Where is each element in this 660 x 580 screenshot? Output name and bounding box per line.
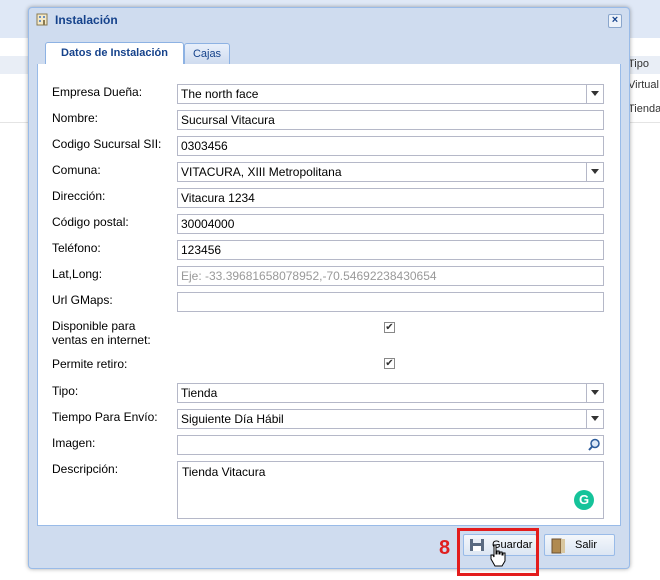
step-number: 8 <box>439 537 451 559</box>
codigo-postal-field[interactable]: 30004000 <box>177 214 604 234</box>
form-body: Empresa Dueña: The north face Nombre: Su… <box>37 64 621 526</box>
close-icon[interactable]: × <box>608 14 622 28</box>
telefono-label: Teléfono: <box>52 241 101 255</box>
chevron-down-icon[interactable] <box>586 163 603 181</box>
permite-retiro-label: Permite retiro: <box>52 357 128 371</box>
imagen-label: Imagen: <box>52 436 96 450</box>
building-icon <box>36 13 48 26</box>
codigo-sii-label: Codigo Sucursal SII: <box>52 137 162 151</box>
window-titlebar[interactable]: Instalación × <box>29 8 629 32</box>
chevron-down-icon[interactable] <box>586 384 603 402</box>
direccion-label: Dirección: <box>52 189 106 203</box>
tipo-value: Tienda <box>181 386 218 400</box>
tab-strip: Datos de Instalación Cajas <box>37 40 621 65</box>
background-cell: Virtual <box>628 79 659 91</box>
empresa-label: Empresa Dueña: <box>52 85 143 99</box>
background-cell: Tienda <box>628 103 660 115</box>
telefono-field[interactable]: 123456 <box>177 240 604 260</box>
tiempo-envio-combo[interactable]: Siguiente Día Hábil <box>177 409 604 429</box>
tipo-label: Tipo: <box>52 384 79 398</box>
disponible-label-line1: Disponible para <box>52 319 136 333</box>
nombre-field[interactable]: Sucursal Vitacura <box>177 110 604 130</box>
descripcion-label: Descripción: <box>52 462 119 476</box>
comuna-combo[interactable]: VITACURA, XIII Metropolitana <box>177 162 604 182</box>
imagen-field[interactable] <box>177 435 604 455</box>
url-gmaps-label: Url GMaps: <box>52 293 113 307</box>
comuna-label: Comuna: <box>52 163 101 177</box>
empresa-combo[interactable]: The north face <box>177 84 604 104</box>
search-icon[interactable] <box>586 436 603 454</box>
instalacion-window: Instalación × Datos de Instalación Cajas… <box>28 7 630 569</box>
descripcion-textarea[interactable]: Tienda Vitacura G <box>177 461 604 519</box>
direccion-field[interactable]: Vitacura 1234 <box>177 188 604 208</box>
chevron-down-icon[interactable] <box>586 410 603 428</box>
comuna-value: VITACURA, XIII Metropolitana <box>181 165 342 179</box>
tiempo-envio-value: Siguiente Día Hábil <box>181 412 284 426</box>
latlong-field[interactable]: Eje: -33.39681658078952,-70.546922384306… <box>177 266 604 286</box>
tab-panel: Datos de Instalación Cajas Empresa Dueña… <box>37 40 621 526</box>
salir-button[interactable]: Salir <box>544 534 615 556</box>
exit-door-icon <box>551 538 565 554</box>
disponible-label-line2: ventas en internet: <box>52 333 151 347</box>
url-gmaps-field[interactable] <box>177 292 604 312</box>
latlong-label: Lat,Long: <box>52 267 103 281</box>
codigo-postal-label: Código postal: <box>52 215 129 229</box>
background-column-header: Tipo <box>628 58 649 70</box>
hand-cursor-icon <box>490 544 506 567</box>
chevron-down-icon[interactable] <box>586 85 603 103</box>
descripcion-value: Tienda Vitacura <box>182 465 266 479</box>
empresa-value: The north face <box>181 87 259 101</box>
tab-cajas[interactable]: Cajas <box>184 43 230 64</box>
codigo-sii-field[interactable]: 0303456 <box>177 136 604 156</box>
disponible-checkbox[interactable]: ✔ <box>384 322 395 333</box>
tipo-combo[interactable]: Tienda <box>177 383 604 403</box>
tab-datos-instalacion[interactable]: Datos de Instalación <box>45 42 184 65</box>
permite-retiro-checkbox[interactable]: ✔ <box>384 358 395 369</box>
nombre-label: Nombre: <box>52 111 99 125</box>
grammarly-icon[interactable]: G <box>574 490 594 510</box>
tiempo-envio-label: Tiempo Para Envío: <box>52 410 158 424</box>
salir-label: Salir <box>575 539 598 551</box>
window-title: Instalación <box>55 13 118 27</box>
